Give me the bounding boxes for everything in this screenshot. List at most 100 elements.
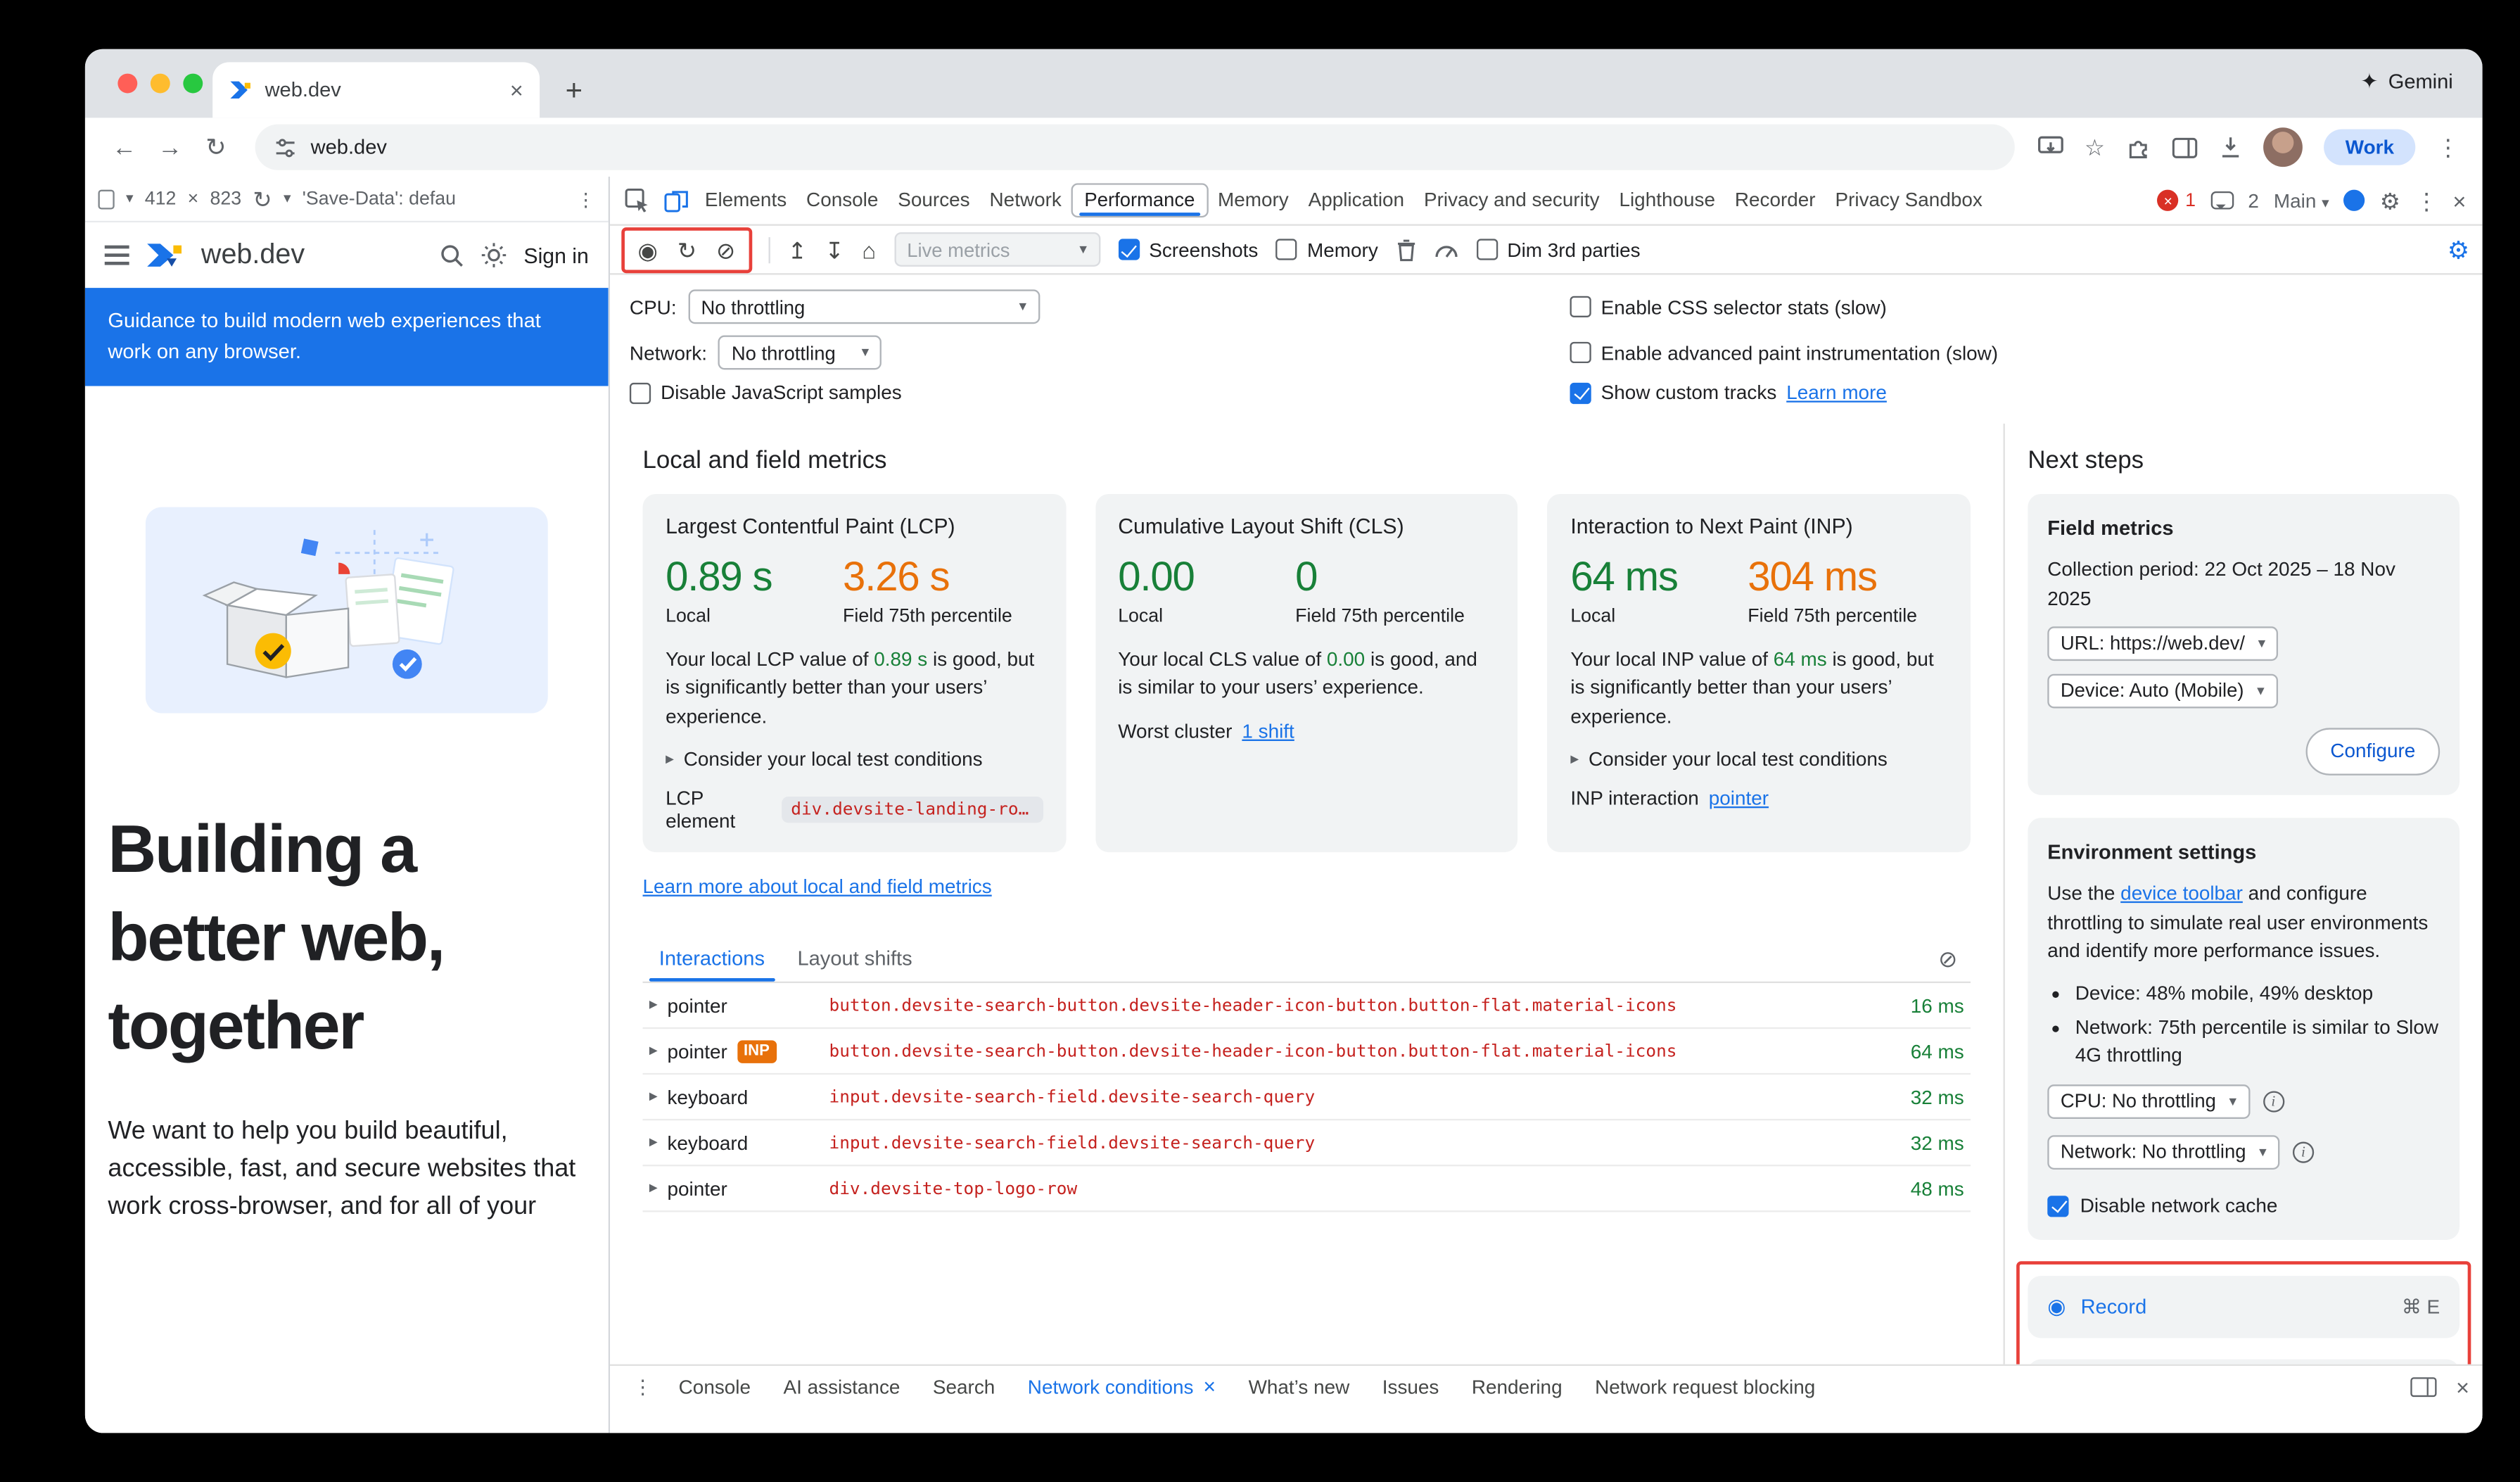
drawer-tab-rendering[interactable]: Rendering [1456, 1365, 1579, 1407]
savedata-dropdown[interactable]: 'Save-Data': defau [303, 189, 456, 208]
field-url-select[interactable]: URL: https://web.dev/ [2047, 626, 2278, 661]
downloads-icon[interactable] [2220, 136, 2243, 159]
tab-recorder[interactable]: Recorder [1725, 177, 1826, 225]
sign-in-link[interactable]: Sign in [523, 243, 588, 267]
rotate-icon[interactable]: ↻ [253, 187, 272, 210]
site-brand[interactable]: web.dev [201, 239, 305, 271]
tab-performance[interactable]: Performance [1071, 183, 1208, 217]
device-toolbar-kebab-icon[interactable]: ⋮ [576, 187, 595, 210]
interaction-target[interactable]: button.devsite-search-button.devsite-hea… [829, 1041, 1859, 1061]
drawer-tab-search[interactable]: Search [917, 1365, 1012, 1407]
disable-js-samples-checkbox[interactable]: Disable JavaScript samples [630, 381, 1570, 405]
interaction-target[interactable]: input.devsite-search-field.devsite-searc… [829, 1133, 1859, 1153]
screenshots-checkbox[interactable]: Screenshots [1118, 238, 1258, 261]
error-icon[interactable]: × [2158, 190, 2179, 211]
device-toolbar-toggle-icon[interactable] [656, 181, 695, 220]
show-custom-tracks-checkbox[interactable]: Show custom tracks Learn more [1570, 381, 2463, 405]
interaction-target[interactable]: button.devsite-search-button.devsite-hea… [829, 996, 1859, 1015]
interaction-row[interactable]: ▸ keyboard input.devsite-search-field.de… [643, 1075, 1971, 1121]
capture-settings-gear-icon[interactable]: ⚙ [2448, 235, 2469, 265]
record-and-reload-button[interactable]: ↻ Record and reload ⌘ ⇧ E [2028, 1360, 2459, 1364]
device-dimensions-icon[interactable] [98, 189, 114, 208]
drawer-tab-ai-assistance[interactable]: AI assistance [767, 1365, 916, 1407]
back-button[interactable]: ← [101, 125, 147, 170]
load-profile-icon[interactable]: ↥ [788, 238, 807, 261]
caret-right-icon[interactable]: ▸ [649, 1134, 658, 1152]
tab-layout-shifts[interactable]: Layout shifts [781, 937, 929, 982]
save-profile-icon[interactable]: ↧ [825, 238, 844, 261]
tab-sources[interactable]: Sources [888, 177, 979, 225]
tab-interactions[interactable]: Interactions [643, 937, 782, 982]
devtools-close-icon[interactable]: × [2452, 189, 2466, 212]
interaction-row[interactable]: ▸ pointer INP button.devsite-search-butt… [643, 1030, 1971, 1075]
minimize-window-button[interactable] [151, 74, 170, 94]
tab-application[interactable]: Application [1299, 177, 1414, 225]
drawer-tab-network-conditions[interactable]: Network conditions× [1012, 1365, 1233, 1407]
caret-right-icon[interactable]: ▸ [649, 1179, 658, 1198]
search-icon[interactable] [440, 243, 465, 267]
tab-elements[interactable]: Elements [695, 177, 796, 225]
record-button[interactable]: ◉ Record ⌘ E [2028, 1276, 2459, 1338]
tab-lighthouse[interactable]: Lighthouse [1610, 177, 1725, 225]
viewport-width[interactable]: 412 [145, 189, 177, 208]
configure-button[interactable]: Configure [2305, 728, 2440, 775]
tab-console[interactable]: Console [796, 177, 888, 225]
caret-right-icon[interactable]: ▸ [649, 1042, 658, 1060]
interaction-row[interactable]: ▸ pointer button.devsite-search-button.d… [643, 983, 1971, 1029]
field-device-select[interactable]: Device: Auto (Mobile) [2047, 673, 2277, 708]
menu-icon[interactable] [105, 246, 129, 249]
new-tab-button[interactable]: + [553, 69, 595, 111]
record-reload-icon[interactable]: ↻ [677, 238, 696, 261]
extensions-icon[interactable] [2126, 135, 2151, 160]
close-icon[interactable]: × [1203, 1365, 1216, 1407]
disable-network-cache-checkbox[interactable]: Disable network cache [2047, 1192, 2440, 1220]
chevron-down-icon[interactable]: ▾ [126, 190, 134, 208]
profile-avatar[interactable] [2264, 127, 2303, 167]
bookmark-star-icon[interactable]: ☆ [2085, 136, 2105, 159]
record-icon[interactable]: ◉ [638, 238, 658, 261]
env-cpu-select[interactable]: CPU: No throttling [2047, 1084, 2249, 1119]
network-throttle-icon[interactable] [1434, 240, 1458, 260]
paint-instrumentation-checkbox[interactable]: Enable advanced paint instrumentation (s… [1570, 341, 2463, 365]
profile-name-chip[interactable]: Work [2324, 129, 2416, 165]
gc-trash-icon[interactable] [1396, 238, 1415, 261]
drawer-tab-issues[interactable]: Issues [1366, 1365, 1456, 1407]
profile-dot-icon[interactable] [2344, 190, 2365, 211]
drawer-tab-console[interactable]: Console [662, 1365, 767, 1407]
dim-3rd-parties-checkbox[interactable]: Dim 3rd parties [1476, 238, 1640, 261]
inp-interaction-link[interactable]: pointer [1709, 787, 1769, 810]
css-selector-stats-checkbox[interactable]: Enable CSS selector stats (slow) [1570, 296, 2463, 319]
home-icon[interactable]: ⌂ [862, 238, 876, 261]
devtools-settings-gear-icon[interactable]: ⚙ [2380, 189, 2400, 212]
interaction-row[interactable]: ▸ keyboard input.devsite-search-field.de… [643, 1121, 1971, 1167]
info-icon[interactable]: i [2263, 1091, 2284, 1112]
clear-interactions-icon[interactable]: ⊘ [1938, 946, 1971, 974]
interaction-target[interactable]: div.devsite-top-logo-row [829, 1179, 1859, 1198]
install-icon[interactable] [2037, 136, 2063, 159]
address-bar[interactable]: web.dev [255, 125, 2014, 170]
network-throttle-select[interactable]: No throttling [718, 336, 882, 370]
close-window-button[interactable] [117, 74, 137, 94]
custom-tracks-learn-more-link[interactable]: Learn more [1786, 381, 1887, 405]
device-toolbar-link[interactable]: device toolbar [2120, 882, 2243, 906]
tab-network[interactable]: Network [980, 177, 1071, 225]
reload-button[interactable]: ↻ [193, 125, 238, 170]
caret-right-icon[interactable]: ▸ [649, 996, 658, 1015]
issues-count[interactable]: 2 [2248, 189, 2259, 212]
browser-tab[interactable]: web.dev × [212, 62, 540, 118]
drawer-tab-network-request-blocking[interactable]: Network request blocking [1579, 1365, 1832, 1407]
tab-close-icon[interactable]: × [510, 77, 523, 103]
main-thread-select[interactable]: Main ▾ [2274, 189, 2329, 212]
tab-memory[interactable]: Memory [1208, 177, 1299, 225]
env-network-select[interactable]: Network: No throttling [2047, 1135, 2279, 1170]
issues-bubble-icon[interactable] [2210, 191, 2234, 210]
worst-cluster-link[interactable]: 1 shift [1242, 719, 1294, 742]
drawer-tab-whats-new[interactable]: What’s new [1232, 1365, 1366, 1407]
zoom-window-button[interactable] [183, 74, 203, 94]
test-conditions-expander[interactable]: ▸ Consider your local test conditions [1570, 748, 1947, 771]
error-count[interactable]: 1 [2185, 191, 2196, 210]
viewport-height[interactable]: 823 [210, 189, 242, 208]
cpu-throttle-select[interactable]: No throttling [688, 289, 1040, 324]
forward-button[interactable]: → [147, 125, 193, 170]
side-panel-icon[interactable] [2172, 137, 2198, 158]
